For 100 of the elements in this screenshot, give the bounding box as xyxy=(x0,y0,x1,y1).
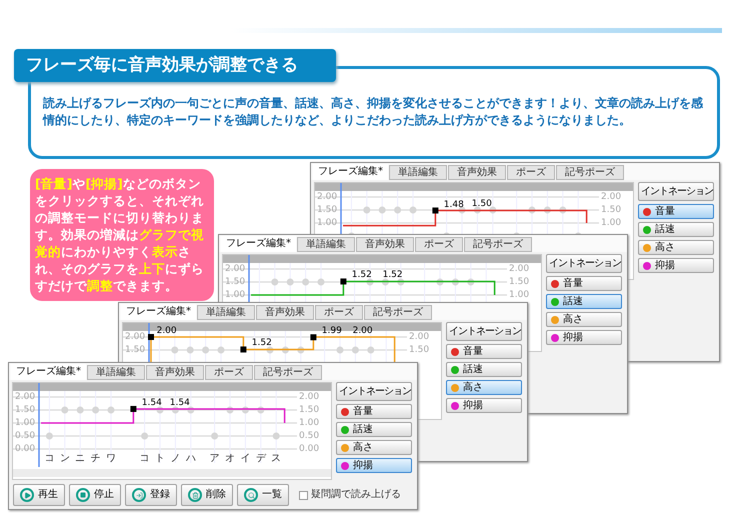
axis-label: 2.00 xyxy=(317,192,338,202)
value-label: 1.52 xyxy=(382,270,403,280)
tab[interactable]: 音声効果 xyxy=(146,365,204,380)
axis-label: 0.00 xyxy=(299,444,320,454)
checkbox[interactable] xyxy=(299,490,308,500)
tab[interactable]: ポーズ xyxy=(315,305,363,320)
mode-button[interactable]: 音量 xyxy=(638,204,714,219)
mode-button[interactable]: 抑揚 xyxy=(638,258,714,273)
intonation-button[interactable]: イントネーション xyxy=(638,182,714,201)
value-label: 1.54 xyxy=(170,398,190,408)
trash-icon xyxy=(188,488,202,502)
axis-label: 0.00 xyxy=(15,444,36,454)
toolbar-button[interactable]: 再生 xyxy=(13,484,65,506)
kana-label: ア xyxy=(210,453,220,465)
axis-label: 2.00 xyxy=(225,264,246,274)
tab[interactable]: フレーズ編集* xyxy=(11,364,86,380)
mode-button[interactable]: 高さ xyxy=(546,312,622,327)
tab[interactable]: フレーズ編集* xyxy=(221,236,296,252)
toolbar-button[interactable]: 登録 xyxy=(125,484,177,506)
axis-label: 1.50 xyxy=(299,405,320,415)
axis-label: 0.50 xyxy=(299,431,320,441)
toolbar-button[interactable]: 停止 xyxy=(69,484,121,506)
axis-label: 2.00 xyxy=(299,392,320,402)
tab[interactable]: ポーズ xyxy=(415,237,463,252)
mode-button[interactable]: 高さ xyxy=(336,440,412,455)
tab[interactable]: 記号ポーズ xyxy=(364,305,432,320)
mode-button[interactable]: 音量 xyxy=(546,276,622,291)
intonation-button[interactable]: イントネーション xyxy=(336,382,412,401)
mode-button[interactable]: 話速 xyxy=(546,294,622,309)
toolbar-button[interactable]: 削除 xyxy=(181,484,233,506)
kana-label: コ xyxy=(140,453,150,465)
value-label: 1.52 xyxy=(352,270,372,280)
axis-label: 2.00 xyxy=(125,332,146,342)
axis-label: 1.50 xyxy=(317,205,338,215)
tab[interactable]: 単語編集 xyxy=(297,237,355,252)
tab[interactable]: 記号ポーズ xyxy=(254,365,322,380)
axis-label: 1.50 xyxy=(409,345,430,355)
checkbox-label: 疑問調で読み上げる xyxy=(311,490,401,500)
scrollbar[interactable] xyxy=(13,469,331,477)
tab[interactable]: フレーズ編集* xyxy=(121,304,196,320)
play-icon xyxy=(20,488,34,502)
intonation-button[interactable]: イントネーション xyxy=(546,254,622,273)
value-label: 1.99 xyxy=(322,326,342,336)
tab[interactable]: ポーズ xyxy=(507,165,555,180)
drag-handle[interactable] xyxy=(240,346,246,352)
axis-label: 1.50 xyxy=(125,345,146,355)
kana-label: ワ xyxy=(106,453,116,465)
description-text: 読み上げるフレーズ内の一句ごとに声の音量、話速、高さ、抑揚を変化させることができます！より、文章の読み上げを感情的にしたり、特定のキーワードを強調したりなど、よりこだわった読み上げ方ができるようになりました。 xyxy=(43,95,704,129)
value-label: 2.00 xyxy=(352,326,373,336)
mode-button[interactable]: 抑揚 xyxy=(446,398,522,413)
axis-label: 2.00 xyxy=(601,192,622,202)
toolbar-button[interactable]: 一覧 xyxy=(237,484,289,506)
callout-text: [音量]や[抑揚]などのボタンをクリックすると、それぞれの調整モードに切り替わります。効果の増減はグラフで視覚的にわかりやすく 表示され、そのグラフを上下にずらすだけで調整できます。 xyxy=(35,175,205,294)
login-icon xyxy=(132,488,146,502)
axis-label: 2.00 xyxy=(409,332,430,342)
kana-label: ン xyxy=(60,453,70,465)
kana-label: コ xyxy=(44,453,54,465)
stop-icon xyxy=(76,488,90,502)
kana-label: ハ xyxy=(186,453,196,465)
drag-handle[interactable] xyxy=(340,278,346,284)
axis-label: 1.00 xyxy=(225,290,246,300)
drag-handle[interactable] xyxy=(130,406,136,412)
mode-button[interactable]: 音量 xyxy=(446,344,522,359)
axis-label: 2.00 xyxy=(509,264,530,274)
mode-button[interactable]: 話速 xyxy=(446,362,522,377)
intonation-button[interactable]: イントネーション xyxy=(446,322,522,341)
tab[interactable]: 記号ポーズ xyxy=(556,165,624,180)
kana-label: イ xyxy=(240,453,250,465)
search-icon xyxy=(244,488,258,502)
drag-handle[interactable] xyxy=(432,208,438,214)
mode-button[interactable]: 音量 xyxy=(336,404,412,419)
mode-button[interactable]: 抑揚 xyxy=(336,458,412,473)
drag-handle[interactable] xyxy=(310,334,316,340)
title-banner: フレーズ毎に音声効果が調整できる xyxy=(14,49,336,82)
tab[interactable]: 単語編集 xyxy=(87,365,145,380)
tab[interactable]: 音声効果 xyxy=(356,237,414,252)
kana-label: ス xyxy=(271,453,282,465)
tab[interactable]: 記号ポーズ xyxy=(464,237,532,252)
tab[interactable]: 単語編集 xyxy=(389,165,447,180)
axis-label: 1.50 xyxy=(509,277,530,287)
value-label: 1.52 xyxy=(252,338,272,348)
axis-label: 2.00 xyxy=(15,392,36,402)
value-label: 1.48 xyxy=(444,200,464,210)
drag-handle[interactable] xyxy=(148,334,154,340)
tab[interactable]: フレーズ編集* xyxy=(313,164,388,180)
kana-label: ト xyxy=(155,453,165,465)
axis-label: 1.50 xyxy=(225,277,246,287)
mode-button[interactable]: 高さ xyxy=(446,380,522,395)
axis-label: 1.50 xyxy=(15,405,36,415)
mode-button[interactable]: 高さ xyxy=(638,240,714,255)
tab[interactable]: 単語編集 xyxy=(197,305,255,320)
mode-button[interactable]: 抑揚 xyxy=(546,330,622,345)
tab[interactable]: 音声効果 xyxy=(448,165,506,180)
tab[interactable]: 音声効果 xyxy=(256,305,314,320)
axis-label: 1.00 xyxy=(317,218,338,228)
mode-button[interactable]: 話速 xyxy=(336,422,412,437)
axis-label: 1.00 xyxy=(509,290,530,300)
tab[interactable]: ポーズ xyxy=(205,365,253,380)
axis-label: 1.00 xyxy=(601,218,622,228)
mode-button[interactable]: 話速 xyxy=(638,222,714,237)
